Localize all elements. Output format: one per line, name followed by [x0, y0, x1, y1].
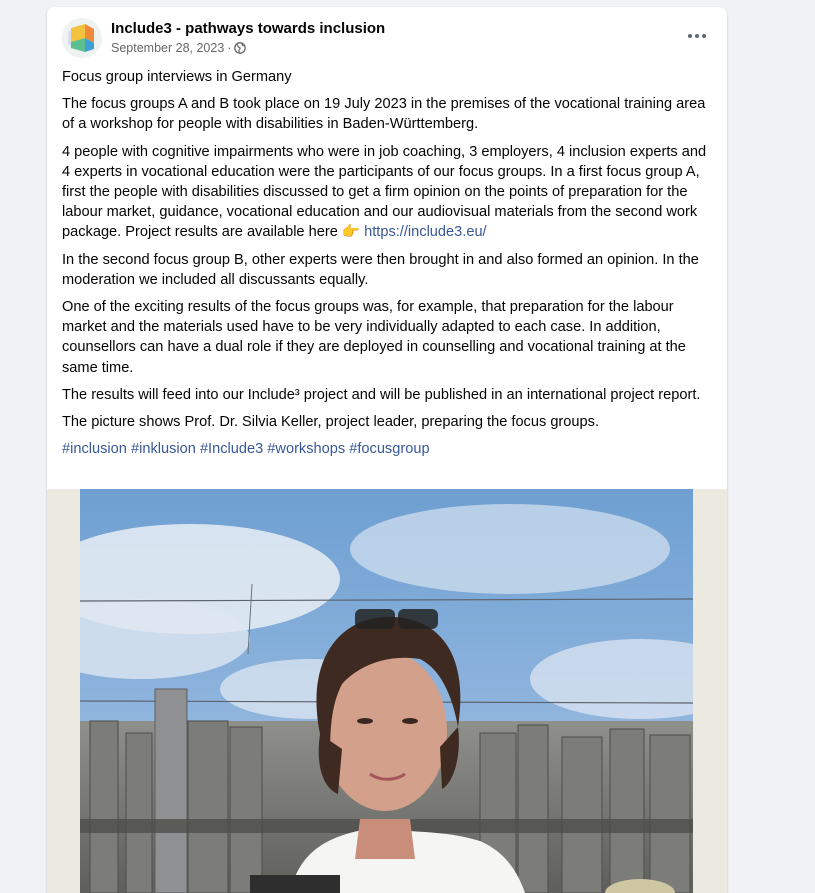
post-header: Include3 - pathways towards inclusion Se… — [62, 18, 712, 58]
project-link[interactable]: https://include3.eu/ — [364, 224, 487, 240]
post-paragraph: In the second focus group B, other exper… — [62, 251, 699, 288]
hashtag-link[interactable]: #inklusion — [131, 441, 196, 457]
more-options-icon[interactable] — [686, 26, 708, 46]
hashtag-link[interactable]: #workshops — [267, 441, 345, 457]
post-meta: September 28, 2023 · — [111, 41, 247, 55]
hashtag-list: #inclusion #inklusion #Include3 #worksho… — [62, 439, 712, 459]
portrait-photo — [80, 489, 693, 893]
globe-icon — [234, 42, 247, 54]
post-paragraph: The results will feed into our Include³ … — [62, 386, 701, 403]
page-name[interactable]: Include3 - pathways towards inclusion — [111, 20, 385, 37]
post-body: Focus group interviews in Germany The fo… — [62, 67, 712, 466]
post-paragraph: Focus group interviews in Germany — [62, 69, 292, 85]
hashtag-link[interactable]: #focusgroup — [349, 441, 429, 457]
post-paragraph: One of the exciting results of the focus… — [62, 299, 686, 376]
meta-separator: · — [227, 41, 232, 55]
post-paragraph: The focus groups A and B took place on 1… — [62, 96, 706, 133]
hashtag-link[interactable]: #inclusion — [62, 441, 127, 457]
hashtag-link[interactable]: #Include3 — [200, 441, 263, 457]
post-paragraph: 4 people with cognitive impairments who … — [62, 142, 712, 243]
page-avatar[interactable] — [62, 18, 102, 58]
include3-logo-icon — [62, 18, 102, 58]
post-photo[interactable] — [47, 489, 727, 893]
post-paragraph: The picture shows Prof. Dr. Silvia Kelle… — [62, 414, 599, 431]
post-card: Include3 - pathways towards inclusion Se… — [47, 7, 727, 893]
post-date[interactable]: September 28, 2023 — [111, 41, 224, 55]
